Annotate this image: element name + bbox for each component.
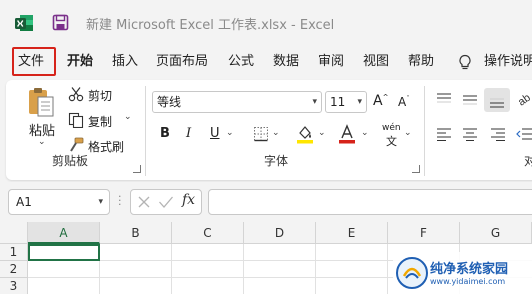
window-title: 新建 Microsoft Excel 工作表.xlsx - Excel bbox=[86, 18, 335, 33]
tab-data[interactable]: 数据 bbox=[273, 44, 299, 80]
align-bottom-icon bbox=[490, 98, 504, 108]
align-right-icon[interactable] bbox=[490, 127, 506, 141]
font-name-value: 等线 bbox=[157, 95, 182, 109]
orientation-icon[interactable]: ab bbox=[516, 90, 532, 106]
underline-dropdown-arrow[interactable]: ⌄ bbox=[226, 128, 234, 138]
font-color-icon[interactable] bbox=[338, 124, 356, 144]
align-center-icon[interactable] bbox=[462, 127, 478, 141]
clipboard-group-label: 剪贴板 bbox=[52, 154, 89, 168]
name-box[interactable]: A1 ▾ bbox=[8, 189, 110, 215]
font-group-label: 字体 bbox=[264, 154, 289, 168]
format-painter-icon bbox=[70, 137, 84, 152]
copy-icon bbox=[68, 112, 84, 128]
ribbon-tabs: 文件 开始 插入 页面布局 公式 数据 审阅 视图 帮助 操作说明 bbox=[0, 44, 532, 80]
save-icon[interactable] bbox=[52, 14, 69, 31]
increase-font-icon[interactable]: A^ bbox=[373, 93, 388, 109]
font-launcher-icon[interactable] bbox=[412, 165, 420, 173]
tab-formulas[interactable]: 公式 bbox=[228, 44, 254, 80]
watermark-text: 纯净系统家园 bbox=[430, 262, 509, 277]
paste-dropdown-arrow[interactable]: ⌄ bbox=[38, 137, 46, 147]
column-header-f[interactable]: F bbox=[388, 222, 460, 244]
border-dropdown-arrow[interactable]: ⌄ bbox=[272, 128, 280, 138]
formula-input[interactable] bbox=[208, 189, 532, 215]
format-painter-button[interactable]: 格式刷 bbox=[88, 138, 124, 155]
tab-review[interactable]: 审阅 bbox=[318, 44, 344, 80]
chevron-down-icon: ▾ bbox=[357, 97, 362, 107]
insert-function-icon[interactable]: fx bbox=[182, 192, 195, 208]
copy-dropdown-arrow[interactable]: ⌄ bbox=[124, 112, 132, 122]
clipboard-launcher-icon[interactable] bbox=[133, 165, 141, 173]
grid-line bbox=[243, 244, 244, 294]
column-header-a[interactable]: A bbox=[28, 222, 100, 244]
tab-home[interactable]: 开始 bbox=[67, 44, 93, 80]
fill-color-dropdown-arrow[interactable]: ⌄ bbox=[318, 128, 326, 138]
column-header-d[interactable]: D bbox=[244, 222, 316, 244]
active-cell-a1[interactable] bbox=[28, 244, 100, 261]
grid-line bbox=[315, 244, 316, 294]
scissors-icon bbox=[68, 87, 84, 102]
decrease-font-icon[interactable]: Aˇ bbox=[398, 95, 410, 109]
tab-insert[interactable]: 插入 bbox=[112, 44, 138, 80]
font-color-dropdown-arrow[interactable]: ⌄ bbox=[361, 128, 369, 138]
paste-icon[interactable] bbox=[26, 86, 56, 118]
align-top-icon[interactable] bbox=[436, 92, 452, 106]
group-divider bbox=[145, 86, 146, 176]
cancel-icon[interactable] bbox=[137, 195, 151, 209]
lightbulb-icon[interactable] bbox=[458, 54, 472, 71]
excel-logo-icon bbox=[15, 15, 33, 31]
phonetic-glyph: 文 bbox=[386, 135, 397, 148]
tab-help[interactable]: 帮助 bbox=[408, 44, 434, 80]
align-middle-icon[interactable] bbox=[462, 92, 478, 106]
indent-icon[interactable] bbox=[516, 127, 532, 141]
row-header-3[interactable]: 3 bbox=[0, 278, 28, 294]
underline-button[interactable]: U bbox=[210, 126, 220, 141]
copy-button[interactable]: 复制 bbox=[88, 113, 112, 130]
group-divider bbox=[424, 86, 425, 176]
file-tab-highlight bbox=[12, 47, 56, 76]
select-all-corner[interactable] bbox=[0, 222, 28, 244]
phonetic-icon[interactable]: wén bbox=[382, 123, 401, 133]
bold-button[interactable]: B bbox=[160, 126, 170, 141]
row-header-1[interactable]: 1 bbox=[0, 244, 28, 261]
enter-icon[interactable] bbox=[158, 195, 174, 209]
name-box-value: A1 bbox=[16, 195, 32, 209]
font-size-value: 11 bbox=[330, 95, 346, 109]
column-header-g[interactable]: G bbox=[460, 222, 532, 244]
tab-page-layout[interactable]: 页面布局 bbox=[156, 44, 208, 80]
watermark-url: www.yidaimei.com bbox=[430, 277, 506, 286]
border-icon[interactable] bbox=[253, 126, 269, 142]
chevron-down-icon: ▾ bbox=[98, 197, 103, 207]
font-size-combo[interactable]: 11 ▾ bbox=[325, 91, 367, 113]
alignment-group-label: 对 bbox=[524, 154, 532, 168]
column-header-e[interactable]: E bbox=[316, 222, 388, 244]
chevron-down-icon: ▾ bbox=[312, 97, 317, 107]
svg-text:ab: ab bbox=[516, 92, 532, 106]
phonetic-dropdown-arrow[interactable]: ⌄ bbox=[404, 128, 412, 138]
grid-line bbox=[171, 244, 172, 294]
cut-button[interactable]: 剪切 bbox=[88, 87, 112, 104]
row-header-2[interactable]: 2 bbox=[0, 261, 28, 278]
fill-color-icon[interactable] bbox=[296, 124, 314, 144]
tell-me-label[interactable]: 操作说明 bbox=[484, 44, 532, 80]
column-header-c[interactable]: C bbox=[172, 222, 244, 244]
grid-line bbox=[387, 244, 388, 294]
formula-bar-grip-icon: · · · bbox=[118, 190, 122, 211]
italic-button[interactable]: I bbox=[186, 126, 191, 141]
tab-view[interactable]: 视图 bbox=[363, 44, 389, 80]
align-left-icon[interactable] bbox=[436, 127, 452, 141]
font-name-combo[interactable]: 等线 ▾ bbox=[152, 91, 322, 113]
column-header-b[interactable]: B bbox=[100, 222, 172, 244]
